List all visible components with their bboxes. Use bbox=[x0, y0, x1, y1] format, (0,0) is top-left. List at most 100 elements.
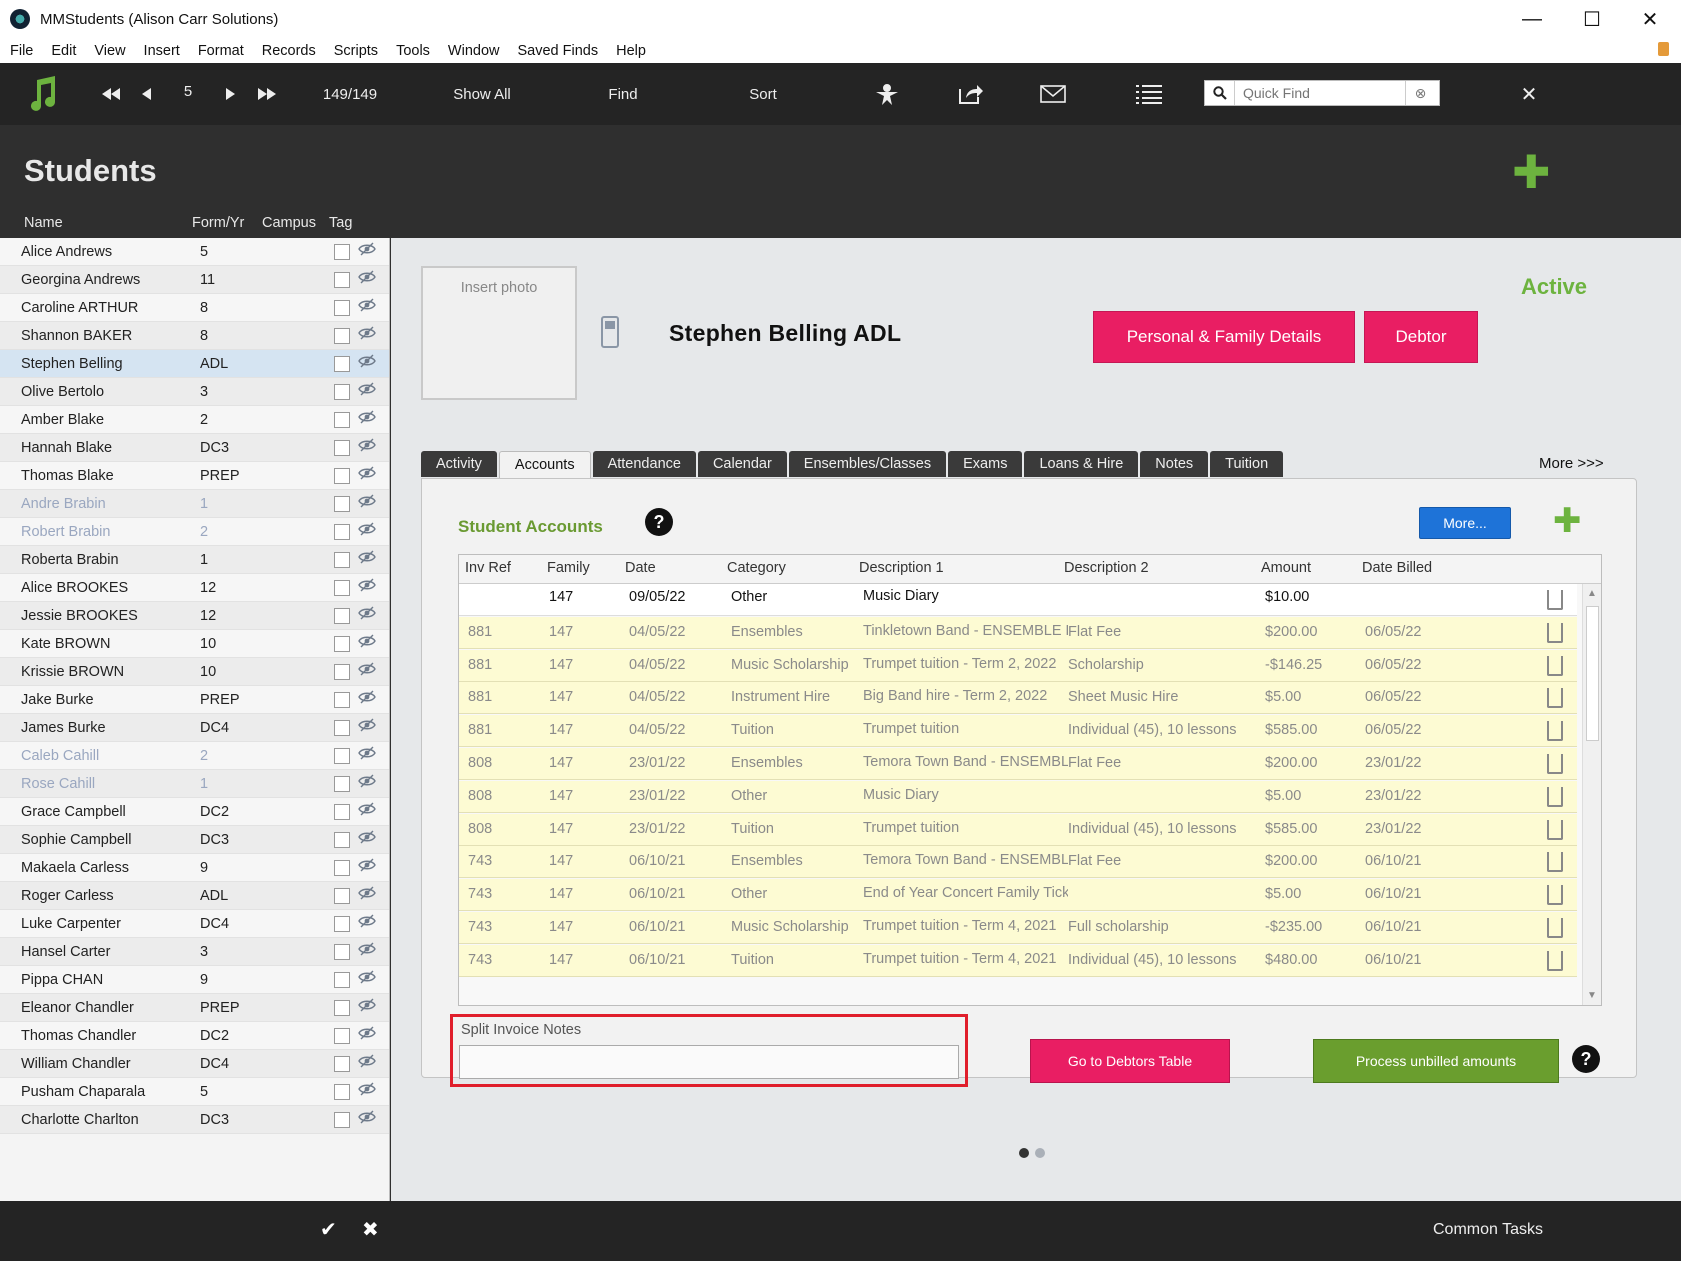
close-window-button[interactable]: ✕ bbox=[1620, 0, 1680, 38]
hide-eye-icon[interactable] bbox=[358, 438, 376, 455]
trash-icon[interactable] bbox=[1547, 819, 1563, 840]
hide-eye-icon[interactable] bbox=[358, 774, 376, 791]
tag-checkbox[interactable] bbox=[334, 468, 350, 484]
menu-tools[interactable]: Tools bbox=[396, 43, 430, 59]
trash-icon[interactable] bbox=[1547, 950, 1563, 971]
student-row[interactable]: William Chandler DC4 bbox=[0, 1050, 389, 1078]
tag-checkbox[interactable] bbox=[334, 384, 350, 400]
trash-icon[interactable] bbox=[1547, 885, 1563, 906]
table-row[interactable]: 881 147 04/05/22 Instrument Hire Big Band hi… bbox=[459, 682, 1577, 715]
student-row[interactable]: Kate BROWN 10 bbox=[0, 630, 389, 658]
student-row[interactable]: Pippa CHAN 9 bbox=[0, 966, 389, 994]
next-record-icon[interactable] bbox=[220, 63, 240, 125]
menu-file[interactable]: File bbox=[10, 43, 33, 59]
tag-checkbox[interactable] bbox=[334, 944, 350, 960]
tag-checkbox[interactable] bbox=[334, 916, 350, 932]
tag-checkbox[interactable] bbox=[334, 244, 350, 260]
hide-eye-icon[interactable] bbox=[358, 1054, 376, 1071]
table-row[interactable]: 743 147 06/10/21 Ensembles Temora Town Band … bbox=[459, 846, 1577, 879]
student-row[interactable]: Robert Brabin 2 bbox=[0, 518, 389, 546]
trash-icon[interactable] bbox=[1547, 590, 1563, 610]
table-row[interactable]: 743 147 06/10/21 Tuition Trumpet tuition - T… bbox=[459, 944, 1577, 977]
student-row[interactable]: Caroline ARTHUR 8 bbox=[0, 294, 389, 322]
more-tabs-link[interactable]: More >>> bbox=[1539, 455, 1604, 472]
table-row[interactable]: 881 147 04/05/22 Tuition Trumpet tuition Indi… bbox=[459, 715, 1577, 748]
menu-help[interactable]: Help bbox=[616, 43, 646, 59]
column-header-category[interactable]: Category bbox=[727, 560, 786, 576]
hide-eye-icon[interactable] bbox=[358, 326, 376, 343]
student-row[interactable]: Sophie Campbell DC3 bbox=[0, 826, 389, 854]
email-icon[interactable] bbox=[1038, 63, 1068, 125]
student-row[interactable]: Roberta Brabin 1 bbox=[0, 546, 389, 574]
menu-records[interactable]: Records bbox=[262, 43, 316, 59]
tab-exams[interactable]: Exams bbox=[948, 451, 1023, 477]
search-icon[interactable] bbox=[1205, 81, 1235, 105]
student-row[interactable]: Krissie BROWN 10 bbox=[0, 658, 389, 686]
help-icon-process[interactable]: ? bbox=[1572, 1045, 1600, 1073]
trash-icon[interactable] bbox=[1547, 721, 1563, 742]
tag-checkbox[interactable] bbox=[334, 356, 350, 372]
table-row[interactable]: 743 147 06/10/21 Other End of Year Concert F… bbox=[459, 879, 1577, 912]
student-row[interactable]: Alice Andrews 5 bbox=[0, 238, 389, 266]
hide-eye-icon[interactable] bbox=[358, 690, 376, 707]
hide-eye-icon[interactable] bbox=[358, 1082, 376, 1099]
hide-eye-icon[interactable] bbox=[358, 494, 376, 511]
hide-eye-icon[interactable] bbox=[358, 1026, 376, 1043]
menu-saved-finds[interactable]: Saved Finds bbox=[518, 43, 599, 59]
help-icon[interactable]: ? bbox=[645, 508, 673, 536]
student-row[interactable]: Jessie BROOKES 12 bbox=[0, 602, 389, 630]
student-row[interactable]: Eleanor Chandler PREP bbox=[0, 994, 389, 1022]
split-invoice-notes-input[interactable] bbox=[459, 1045, 959, 1079]
student-row[interactable]: Thomas Chandler DC2 bbox=[0, 1022, 389, 1050]
student-row[interactable]: Hannah Blake DC3 bbox=[0, 434, 389, 462]
tag-checkbox[interactable] bbox=[334, 552, 350, 568]
hide-eye-icon[interactable] bbox=[358, 830, 376, 847]
student-row[interactable]: Pusham Chaparala 5 bbox=[0, 1078, 389, 1106]
scroll-down-icon[interactable]: ▼ bbox=[1587, 990, 1597, 1001]
table-row[interactable]: 147 09/05/22 Other Music Diary $10.00 bbox=[459, 584, 1577, 616]
hide-eye-icon[interactable] bbox=[358, 298, 376, 315]
trash-icon[interactable] bbox=[1547, 852, 1563, 873]
column-header-date-billed[interactable]: Date Billed bbox=[1362, 560, 1432, 576]
hide-eye-icon[interactable] bbox=[358, 662, 376, 679]
tag-checkbox[interactable] bbox=[334, 300, 350, 316]
common-tasks-button[interactable]: Common Tasks bbox=[1433, 1221, 1543, 1239]
trash-icon[interactable] bbox=[1547, 918, 1563, 938]
hide-eye-icon[interactable] bbox=[358, 466, 376, 483]
previous-record-icon[interactable] bbox=[136, 63, 156, 125]
student-row[interactable]: Charlotte Charlton DC3 bbox=[0, 1106, 389, 1134]
table-row[interactable]: 881 147 04/05/22 Ensembles Tinkletown Band -… bbox=[459, 616, 1577, 649]
tag-checkbox[interactable] bbox=[334, 580, 350, 596]
student-row[interactable]: Roger Carless ADL bbox=[0, 882, 389, 910]
student-row[interactable]: Hansel Carter 3 bbox=[0, 938, 389, 966]
hide-eye-icon[interactable] bbox=[358, 1110, 376, 1127]
student-row[interactable]: James Burke DC4 bbox=[0, 714, 389, 742]
go-to-debtors-table-button[interactable]: Go to Debtors Table bbox=[1030, 1039, 1230, 1083]
hide-eye-icon[interactable] bbox=[358, 550, 376, 567]
student-row[interactable]: Olive Bertolo 3 bbox=[0, 378, 389, 406]
hide-eye-icon[interactable] bbox=[358, 522, 376, 539]
trash-icon[interactable] bbox=[1547, 786, 1563, 807]
maximize-button[interactable]: ☐ bbox=[1562, 0, 1622, 38]
trash-icon[interactable] bbox=[1547, 688, 1563, 709]
student-row[interactable]: Jake Burke PREP bbox=[0, 686, 389, 714]
commit-checkmark-icon[interactable]: ✔ bbox=[320, 1217, 337, 1242]
menu-scripts[interactable]: Scripts bbox=[334, 43, 378, 59]
table-scrollbar[interactable]: ▲ ▼ bbox=[1582, 584, 1601, 1005]
page-dot-2[interactable] bbox=[1035, 1148, 1045, 1158]
mobile-phone-icon[interactable] bbox=[601, 316, 619, 348]
column-tag[interactable]: Tag bbox=[329, 215, 352, 231]
menu-format[interactable]: Format bbox=[198, 43, 244, 59]
menu-insert[interactable]: Insert bbox=[144, 43, 180, 59]
personal-family-details-button[interactable]: Personal & Family Details bbox=[1093, 311, 1355, 363]
tab-tuition[interactable]: Tuition bbox=[1210, 451, 1284, 477]
tab-attendance[interactable]: Attendance bbox=[592, 451, 696, 477]
hide-eye-icon[interactable] bbox=[358, 942, 376, 959]
debtor-button[interactable]: Debtor bbox=[1364, 311, 1478, 363]
tag-checkbox[interactable] bbox=[334, 748, 350, 764]
tag-checkbox[interactable] bbox=[334, 664, 350, 680]
add-student-button[interactable]: ✚ bbox=[1512, 149, 1551, 195]
minimize-button[interactable]: — bbox=[1502, 0, 1562, 38]
tag-checkbox[interactable] bbox=[334, 972, 350, 988]
trash-icon[interactable] bbox=[1547, 754, 1563, 774]
